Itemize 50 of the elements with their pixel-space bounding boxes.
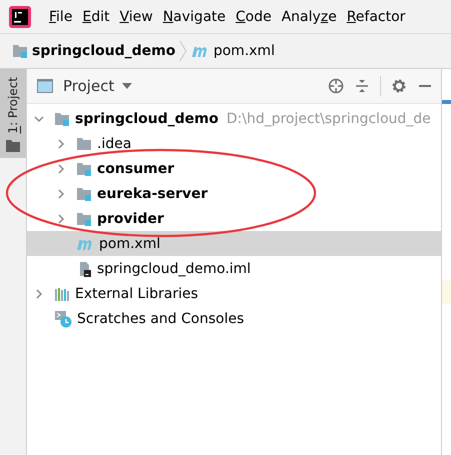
tree-row[interactable]: provider (27, 206, 441, 231)
tree-item-label: pom.xml (99, 236, 160, 252)
menu-item[interactable]: Code (230, 8, 276, 24)
tree-row[interactable]: pom.xml (27, 231, 441, 256)
module-folder-icon (76, 186, 92, 202)
menu-item[interactable]: Refactor (342, 8, 410, 24)
side-tab-label: 1: Project (6, 77, 20, 134)
module-folder-icon (54, 110, 70, 126)
locate-icon[interactable] (328, 78, 344, 94)
library-bars-icon (54, 286, 70, 302)
editor-tab-marker (442, 100, 451, 104)
collapse-all-icon[interactable] (354, 78, 370, 94)
folder-icon (6, 140, 20, 152)
breadcrumb-item[interactable]: springcloud_demo (32, 43, 176, 59)
menu-item[interactable]: File (44, 8, 78, 24)
menu-item[interactable]: Analyze (276, 8, 342, 24)
project-side-tab[interactable]: 1: Project (0, 69, 26, 158)
menu-item[interactable]: View (114, 8, 158, 24)
module-folder-icon (12, 43, 28, 59)
tree-item-label: consumer (97, 160, 174, 176)
editor-highlight-strip (442, 280, 451, 304)
chevron-separator-icon (179, 40, 188, 62)
view-dropdown[interactable]: Project (63, 77, 132, 95)
tree-row[interactable]: eureka-server (27, 181, 441, 206)
tree-row[interactable]: External Libraries (27, 281, 441, 306)
tree-row[interactable]: springcloud_demo.iml (27, 256, 441, 281)
tree-row[interactable]: Scratches and Consoles (27, 306, 441, 331)
module-folder-icon (76, 160, 92, 176)
app-logo-icon[interactable] (9, 6, 31, 28)
tree-item-label: .idea (97, 136, 132, 152)
tree-item-label: springcloud_demo.iml (97, 260, 251, 276)
scratch-clock-icon (54, 310, 72, 328)
menu-item[interactable]: Edit (77, 8, 115, 24)
tree-item-label: springcloud_demo (75, 110, 218, 126)
breadcrumb-item[interactable]: pom.xml (213, 43, 275, 59)
tree-item-label: Scratches and Consoles (77, 310, 244, 326)
settings-icon[interactable] (391, 78, 407, 94)
window-icon (37, 79, 53, 93)
tree-item-label: External Libraries (75, 286, 198, 302)
tree-item-label: eureka-server (97, 186, 208, 202)
module-folder-icon (76, 210, 92, 226)
tree-item-label: provider (97, 210, 164, 226)
maven-m-icon (191, 44, 210, 58)
folder-icon (76, 136, 92, 152)
menu-item[interactable]: Navigate (158, 8, 231, 24)
caret-icon (122, 83, 132, 89)
tree-row[interactable]: consumer (27, 156, 441, 181)
tree-row[interactable]: .idea (27, 131, 441, 156)
tree-row[interactable]: springcloud_demo D:\hd_project\springcloud_de (27, 106, 441, 131)
path-text: D:\hd_project\springcloud_de (226, 110, 431, 126)
